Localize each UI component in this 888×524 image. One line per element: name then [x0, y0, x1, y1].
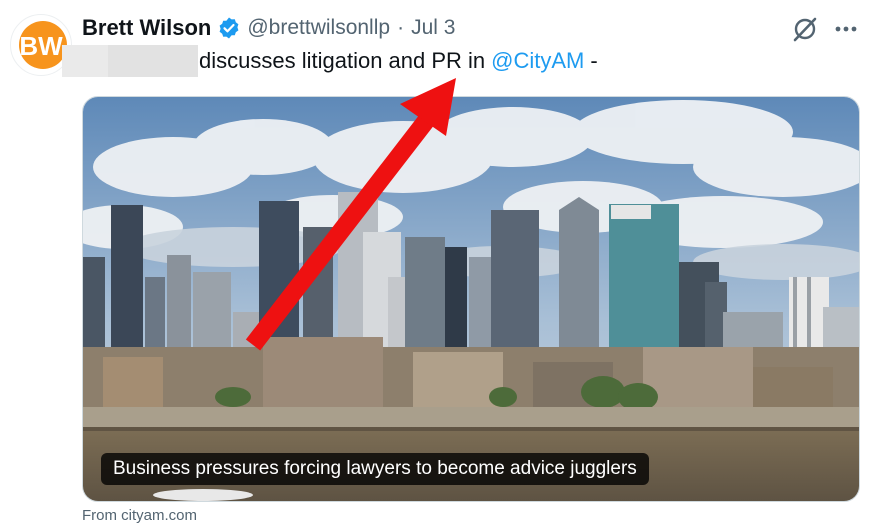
- card-source[interactable]: From cityam.com: [82, 507, 197, 524]
- city-skyline-photo: [83, 97, 859, 501]
- tweet-date[interactable]: Jul 3: [411, 16, 455, 40]
- tweet-trailing-text: -: [590, 48, 598, 73]
- tweet-text: discusses litigation and PR in @CityAM -: [62, 44, 598, 78]
- header-separator: ·: [397, 16, 405, 39]
- redacted-text: [62, 45, 198, 77]
- svg-text:BW: BW: [19, 31, 63, 61]
- grok-icon[interactable]: [790, 14, 820, 44]
- verified-badge-icon: [217, 16, 241, 40]
- author-name[interactable]: Brett Wilson: [82, 15, 211, 41]
- tweet-header: Brett Wilson @brettwilsonllp · Jul 3: [82, 12, 455, 44]
- author-handle[interactable]: @brettwilsonllp: [247, 16, 390, 40]
- link-card-image[interactable]: Business pressures forcing lawyers to be…: [82, 96, 860, 502]
- tweet-body-text: discusses litigation and PR in: [199, 48, 486, 73]
- more-icon[interactable]: [831, 14, 861, 44]
- card-title: Business pressures forcing lawyers to be…: [101, 453, 649, 485]
- mention-link[interactable]: @CityAM: [491, 48, 584, 74]
